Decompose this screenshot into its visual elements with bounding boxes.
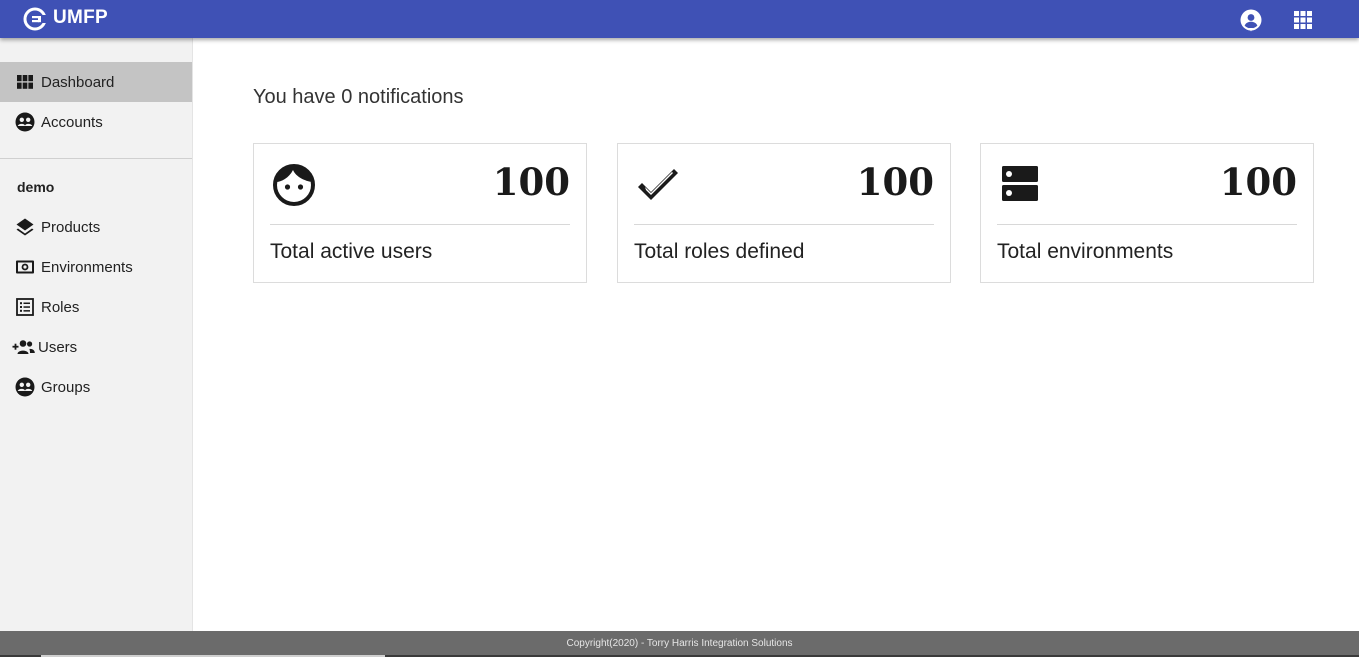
list-icon (16, 298, 34, 316)
double-check-icon (638, 169, 678, 200)
top-app-bar: UMFP (0, 0, 1359, 38)
stat-card-environments: 100 Total environments (980, 143, 1314, 283)
layers-icon (16, 218, 34, 236)
sidebar: Dashboard Accounts demo Products Environ… (0, 38, 193, 631)
sidebar-item-products[interactable]: Products (0, 207, 192, 247)
footer: Copyright(2020) - Torry Harris Integrati… (0, 631, 1359, 657)
stat-value: 100 (856, 160, 934, 204)
stat-card-active-users: 100 Total active users (253, 143, 587, 283)
stat-label: Total environments (997, 240, 1174, 263)
sidebar-divider (0, 158, 192, 159)
stat-card-roles-defined: 100 Total roles defined (617, 143, 951, 283)
add-users-icon (12, 340, 35, 354)
storage-icon (1002, 166, 1038, 201)
environment-icon (16, 260, 34, 274)
face-icon (273, 164, 315, 206)
sidebar-item-label: Users (38, 338, 78, 356)
stat-value: 100 (1219, 160, 1297, 204)
apps-grid-icon[interactable] (1291, 8, 1315, 32)
sidebar-item-users[interactable]: Users (0, 327, 192, 367)
app-title: UMFP (53, 7, 109, 28)
sidebar-item-environments[interactable]: Environments (0, 247, 192, 287)
stat-label: Total roles defined (634, 240, 805, 263)
stat-value: 100 (492, 160, 570, 204)
copyright-text: Copyright(2020) - Torry Harris Integrati… (566, 637, 793, 649)
sidebar-item-roles[interactable]: Roles (0, 287, 192, 327)
sidebar-item-label: Roles (41, 298, 80, 316)
sidebar-item-dashboard[interactable]: Dashboard (0, 62, 192, 102)
sidebar-item-groups[interactable]: Groups (0, 367, 192, 407)
sidebar-item-label: Environments (41, 258, 133, 276)
account-circle-icon[interactable] (1239, 8, 1263, 32)
dashboard-grid-icon (17, 75, 33, 89)
brand[interactable]: UMFP (23, 7, 108, 31)
sidebar-item-label: Groups (41, 378, 91, 396)
group-icon (15, 377, 35, 397)
notifications-summary: You have 0 notifications (253, 86, 464, 108)
sidebar-item-label: Products (41, 218, 101, 236)
dashboard-content: You have 0 notifications 100 Total activ… (193, 38, 1359, 631)
sidebar-item-label: Accounts (41, 113, 103, 131)
card-divider (634, 224, 934, 225)
brand-logo-icon (23, 7, 47, 31)
stat-label: Total active users (270, 240, 433, 263)
group-icon (15, 112, 35, 132)
card-divider (997, 224, 1297, 225)
card-divider (270, 224, 570, 225)
sidebar-item-accounts[interactable]: Accounts (0, 102, 192, 142)
sidebar-item-label: Dashboard (41, 73, 115, 91)
sidebar-section-title: demo (17, 179, 55, 195)
